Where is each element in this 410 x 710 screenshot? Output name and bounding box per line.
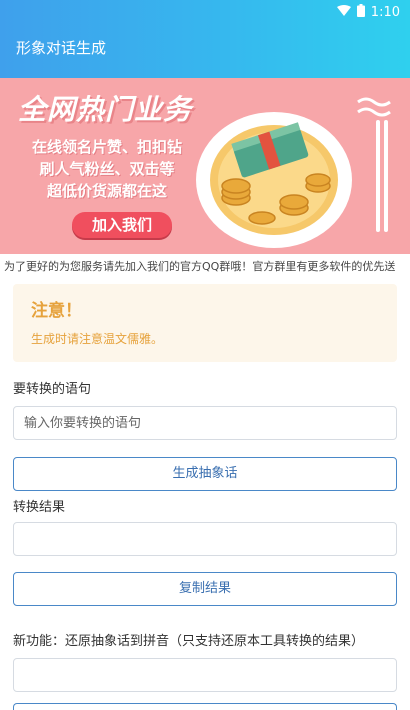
join-us-button[interactable]: 加入我们 bbox=[72, 212, 172, 238]
result-label: 转换结果 bbox=[13, 500, 66, 515]
banner-line-1: 在线领名片赞、扣扣钻 bbox=[31, 138, 182, 156]
result-field[interactable] bbox=[13, 522, 397, 556]
status-time: 1:10 bbox=[370, 5, 400, 20]
generate-button[interactable]: 生成抽象话 bbox=[13, 457, 397, 491]
notice-title: 注意！ bbox=[31, 301, 82, 321]
page-title: 形象对话生成 bbox=[16, 39, 107, 57]
announcement-marquee[interactable]: 为了更好的为您服务请先加入我们的官方QQ群哦！官方群里有更多软件的优先送 bbox=[0, 256, 410, 278]
copy-result-button[interactable]: 复制结果 bbox=[13, 572, 397, 606]
banner-line-2: 刷人气粉丝、双击等 bbox=[39, 160, 175, 178]
notice-box: 注意！ 生成时请注意温文儒雅。 bbox=[13, 284, 397, 362]
money-plate-illustration bbox=[196, 100, 406, 254]
battery-icon bbox=[356, 4, 365, 21]
sentence-input[interactable] bbox=[13, 406, 397, 440]
new-feature-label: 新功能：还原抽象话到拼音（只支持还原本工具转换的结果） bbox=[13, 634, 365, 649]
wifi-icon bbox=[336, 4, 351, 21]
app-header: 1:10 形象对话生成 bbox=[0, 0, 410, 78]
status-bar: 1:10 bbox=[0, 0, 410, 24]
promo-banner[interactable]: 全网热门业务 在线领名片赞、扣扣钻 刷人气粉丝、双击等 超低价货源都在这 加入我… bbox=[0, 78, 410, 254]
restore-input[interactable] bbox=[13, 658, 397, 692]
notice-text: 生成时请注意温文儒雅。 bbox=[31, 332, 164, 346]
banner-headline: 全网热门业务 bbox=[18, 93, 193, 126]
restore-button[interactable] bbox=[13, 703, 397, 710]
banner-line-3: 超低价货源都在这 bbox=[46, 182, 167, 200]
sentence-label: 要转换的语句 bbox=[13, 382, 92, 397]
